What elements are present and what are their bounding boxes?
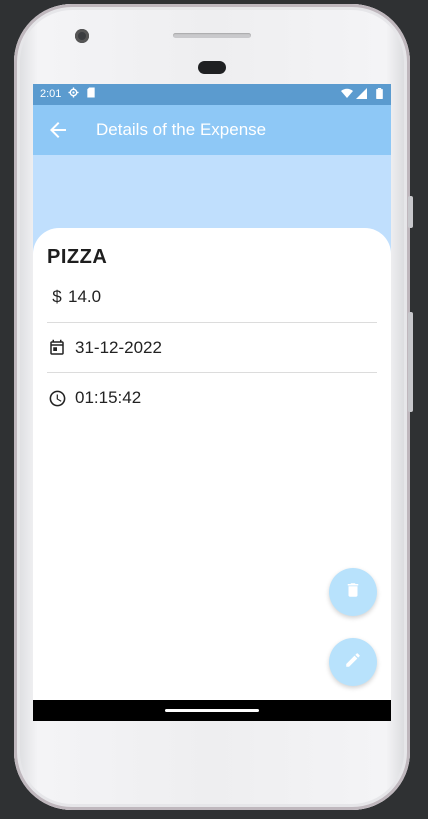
delete-button[interactable] [329,568,377,616]
settings-icon [68,87,79,101]
screen: 2:01 Details of the Expense PIZZA $ 14.0… [33,84,391,721]
calendar-icon [47,338,67,358]
edit-button[interactable] [329,638,377,686]
back-button[interactable] [46,118,70,142]
status-left-icons [68,87,96,101]
page-title: Details of the Expense [96,120,267,139]
amount-row: $ 14.0 [47,285,101,309]
navigation-bar [33,700,391,721]
app-bar: Details of the Expense [33,105,391,155]
time-row: 01:15:42 [47,386,141,410]
status-time: 2:01 [40,88,62,100]
power-button [408,196,413,228]
home-indicator[interactable] [165,709,259,712]
expense-detail-card: PIZZA $ 14.0 31-12-2022 01:15:42 [33,228,391,708]
sim-card-icon [86,87,96,101]
amount-value: 14.0 [68,287,102,306]
proximity-sensor [198,61,226,74]
divider [47,322,377,323]
expense-name: PIZZA [47,246,108,268]
divider [47,372,377,373]
status-right-icons [341,88,383,102]
date-value: 31-12-2022 [75,338,162,357]
wifi-icon [341,88,353,102]
arrow-back-icon [46,122,70,146]
time-value: 01:15:42 [75,388,142,407]
battery-icon [376,88,383,102]
date-row: 31-12-2022 [47,336,162,360]
pencil-icon [344,651,362,674]
dollar-icon: $ [52,287,62,306]
status-bar: 2:01 [33,84,391,105]
earpiece-speaker [173,33,251,38]
volume-button [408,312,413,412]
clock-icon [47,388,67,408]
trash-icon [344,581,362,604]
signal-icon [356,88,367,102]
front-camera [75,29,89,43]
